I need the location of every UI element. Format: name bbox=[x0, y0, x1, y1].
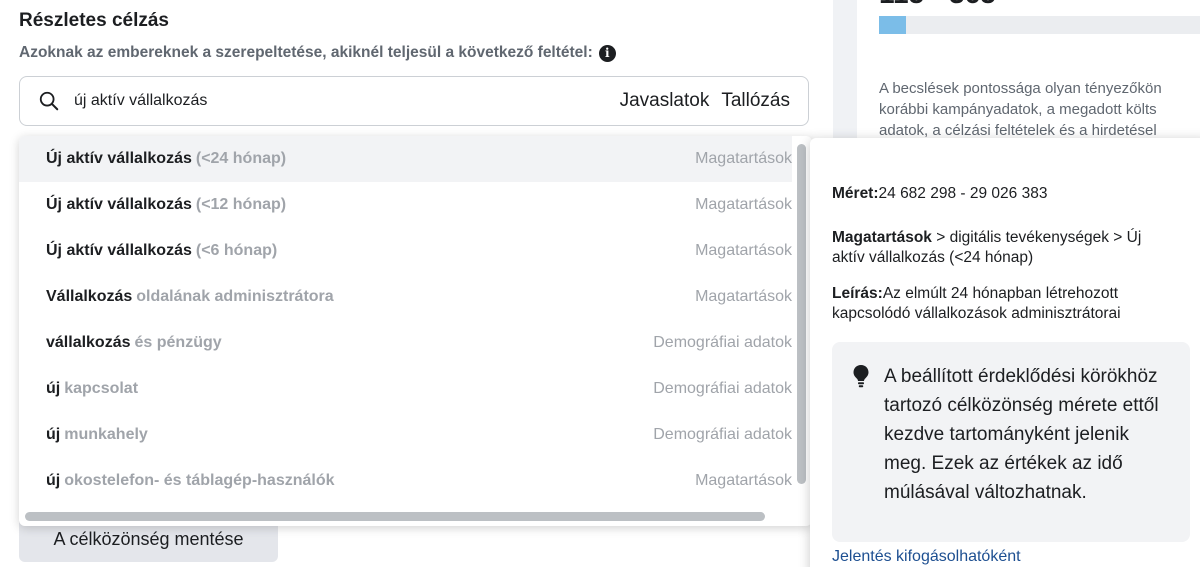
item-category: Magatartások bbox=[695, 472, 792, 489]
description-line: Leírás:Az elmúlt 24 hónapban létrehozott… bbox=[832, 284, 1192, 324]
estimate-note-line: korábbi kampányadatok, a megadott költs bbox=[879, 101, 1157, 118]
item-match: Vállalkozás bbox=[46, 288, 133, 305]
suggestions-dropdown: Új aktív vállalkozás (<24 hónap) Magatar… bbox=[19, 136, 812, 526]
item-match: új bbox=[46, 380, 61, 397]
dropdown-item[interactable]: Új aktív vállalkozás (<12 hónap) Magatar… bbox=[19, 182, 792, 228]
section-title: Részletes célzás bbox=[19, 10, 169, 31]
estimate-number: 115 - 365 bbox=[879, 0, 996, 10]
size-value: 24 682 298 - 29 026 383 bbox=[878, 185, 1048, 202]
item-category: Magatartások bbox=[695, 150, 792, 167]
item-rest: (<24 hónap) bbox=[195, 150, 287, 167]
lightbulb-icon bbox=[853, 365, 869, 388]
dropdown-item[interactable]: Új aktív vállalkozás (<24 hónap) Magatar… bbox=[19, 136, 792, 182]
item-match: Új aktív vállalkozás bbox=[46, 242, 192, 259]
path-line-2: aktív vállalkozás (<24 hónap) bbox=[832, 249, 1034, 266]
estimate-bar-fill bbox=[879, 16, 906, 34]
item-category: Demográfiai adatok bbox=[653, 380, 792, 397]
item-category: Magatartások bbox=[695, 242, 792, 259]
suggestions-link[interactable]: Javaslatok bbox=[620, 90, 710, 112]
dropdown-item[interactable]: új okostelefon- és táblagép-használók Ma… bbox=[19, 458, 792, 504]
item-rest: (<6 hónap) bbox=[195, 242, 278, 259]
item-category: Magatartások bbox=[695, 196, 792, 213]
estimate-note: A becslések pontossága olyan tényezőkön … bbox=[879, 78, 1200, 141]
item-rest: kapcsolat bbox=[64, 380, 139, 397]
description-label: Leírás: bbox=[832, 285, 883, 302]
path-category: Magatartások bbox=[832, 229, 932, 246]
dropdown-item[interactable]: új munkahely Demográfiai adatok bbox=[19, 412, 792, 458]
search-icon bbox=[39, 91, 59, 111]
dropdown-item[interactable]: Vállalkozás oldalának adminisztrátora Ma… bbox=[19, 274, 792, 320]
path-rest: > digitális tevékenységek > Új bbox=[931, 229, 1142, 246]
item-rest: oldalának adminisztrátora bbox=[136, 288, 334, 305]
section-subtitle: Azoknak az embereknek a szerepeltetése, … bbox=[19, 44, 616, 62]
item-category: Demográfiai adatok bbox=[653, 334, 792, 351]
size-line: Méret:24 682 298 - 29 026 383 bbox=[832, 184, 1192, 204]
vertical-scrollbar[interactable] bbox=[797, 144, 806, 484]
item-rest: okostelefon- és táblagép-használók bbox=[64, 472, 335, 489]
item-category: Demográfiai adatok bbox=[653, 426, 792, 443]
description-line-2: kapcsolódó vállalkozások adminisztrátora… bbox=[832, 305, 1121, 322]
dropdown-item[interactable]: vállalkozás és pénzügy Demográfiai adato… bbox=[19, 320, 792, 366]
targeting-search-box: Javaslatok Tallózás bbox=[19, 76, 809, 126]
subtitle-text: Azoknak az embereknek a szerepeltetése, … bbox=[19, 44, 593, 61]
size-label: Méret: bbox=[832, 185, 879, 202]
browse-link[interactable]: Tallózás bbox=[721, 90, 790, 112]
item-rest: (<12 hónap) bbox=[195, 196, 287, 213]
tip-text: A beállított érdeklődési körökhöz tartoz… bbox=[884, 366, 1159, 503]
audience-size-tip: A beállított érdeklődési körökhöz tartoz… bbox=[832, 342, 1190, 542]
item-match: új bbox=[46, 426, 61, 443]
item-rest: és pénzügy bbox=[134, 334, 222, 351]
estimate-bar bbox=[879, 16, 1200, 34]
report-link[interactable]: Jelentés kifogásolhatóként bbox=[832, 548, 1021, 566]
item-match: vállalkozás bbox=[46, 334, 131, 351]
item-rest: munkahely bbox=[64, 426, 148, 443]
info-icon[interactable]: i bbox=[598, 44, 616, 62]
item-match: Új aktív vállalkozás bbox=[46, 150, 192, 167]
dropdown-item[interactable]: új kapcsolat Demográfiai adatok bbox=[19, 366, 792, 412]
item-category: Magatartások bbox=[695, 288, 792, 305]
horizontal-scrollbar[interactable] bbox=[25, 512, 765, 521]
path-line: Magatartások > digitális tevékenységek >… bbox=[832, 228, 1192, 268]
item-match: új bbox=[46, 472, 61, 489]
search-input[interactable] bbox=[74, 92, 620, 110]
item-match: Új aktív vállalkozás bbox=[46, 196, 192, 213]
item-detail-card: Méret:24 682 298 - 29 026 383 Magatartás… bbox=[810, 138, 1200, 567]
dropdown-item[interactable]: Új aktív vállalkozás (<6 hónap) Magatart… bbox=[19, 228, 792, 274]
description-value: Az elmúlt 24 hónapban létrehozott bbox=[882, 285, 1119, 302]
estimate-note-line: A becslések pontossága olyan tényezőkön bbox=[879, 80, 1162, 97]
